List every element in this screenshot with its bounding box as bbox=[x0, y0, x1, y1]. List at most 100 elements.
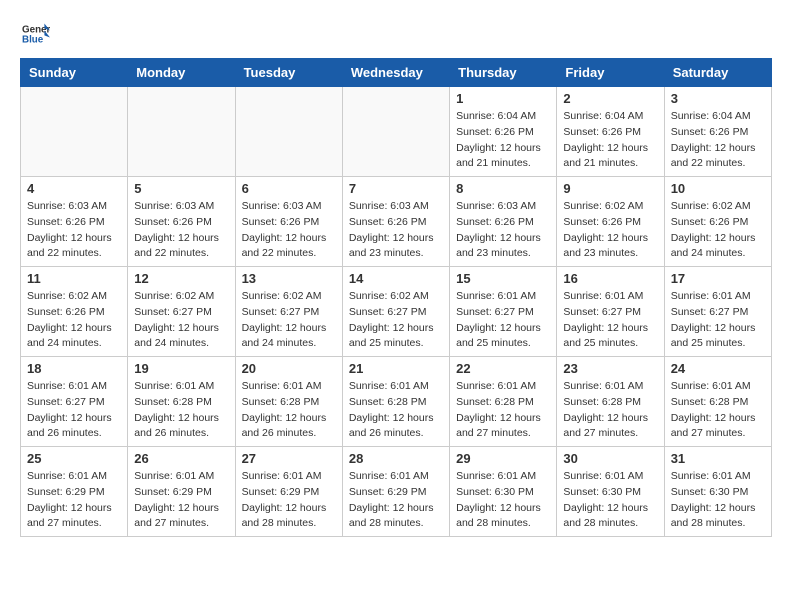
day-number: 9 bbox=[563, 181, 657, 196]
week-row-3: 11Sunrise: 6:02 AM Sunset: 6:26 PM Dayli… bbox=[21, 267, 772, 357]
day-number: 21 bbox=[349, 361, 443, 376]
day-cell-13: 13 Sunrise: 6:02 AM Sunset: 6:27 PM Dayli… bbox=[235, 267, 342, 357]
day-info: Sunrise: 6:01 AM Sunset: 6:27 PM Dayligh… bbox=[563, 289, 657, 352]
day-info: Sunrise: 6:01 AM Sunset: 6:29 PM Dayligh… bbox=[242, 469, 336, 532]
day-number: 19 bbox=[134, 361, 228, 376]
day-info: Sunrise: 6:01 AM Sunset: 6:29 PM Dayligh… bbox=[349, 469, 443, 532]
day-cell-8: 8 Sunrise: 6:03 AM Sunset: 6:26 PM Daylig… bbox=[450, 177, 557, 267]
day-info: Sunrise: 6:01 AM Sunset: 6:30 PM Dayligh… bbox=[671, 469, 765, 532]
day-cell-3: 3 Sunrise: 6:04 AM Sunset: 6:26 PM Daylig… bbox=[664, 87, 771, 177]
day-info: Sunrise: 6:01 AM Sunset: 6:28 PM Dayligh… bbox=[134, 379, 228, 442]
day-info: Sunrise: 6:03 AM Sunset: 6:26 PM Dayligh… bbox=[242, 199, 336, 262]
logo: General Blue bbox=[20, 20, 52, 48]
day-cell-7: 7 Sunrise: 6:03 AM Sunset: 6:26 PM Daylig… bbox=[342, 177, 449, 267]
day-info: Sunrise: 6:04 AM Sunset: 6:26 PM Dayligh… bbox=[671, 109, 765, 172]
day-number: 1 bbox=[456, 91, 550, 106]
day-number: 11 bbox=[27, 271, 121, 286]
day-cell-24: 24Sunrise: 6:01 AM Sunset: 6:28 PM Dayli… bbox=[664, 357, 771, 447]
week-row-2: 4 Sunrise: 6:03 AM Sunset: 6:26 PM Daylig… bbox=[21, 177, 772, 267]
day-number: 25 bbox=[27, 451, 121, 466]
day-cell-6: 6 Sunrise: 6:03 AM Sunset: 6:26 PM Daylig… bbox=[235, 177, 342, 267]
day-info: Sunrise: 6:03 AM Sunset: 6:26 PM Dayligh… bbox=[349, 199, 443, 262]
empty-cell bbox=[21, 87, 128, 177]
day-cell-16: 16 Sunrise: 6:01 AM Sunset: 6:27 PM Dayli… bbox=[557, 267, 664, 357]
day-info: Sunrise: 6:01 AM Sunset: 6:27 PM Dayligh… bbox=[671, 289, 765, 352]
day-number: 10 bbox=[671, 181, 765, 196]
day-cell-29: 29 Sunrise: 6:01 AM Sunset: 6:30 PM Dayli… bbox=[450, 447, 557, 537]
day-number: 20 bbox=[242, 361, 336, 376]
day-number: 26 bbox=[134, 451, 228, 466]
day-number: 31 bbox=[671, 451, 765, 466]
day-info: Sunrise: 6:02 AM Sunset: 6:26 PM Dayligh… bbox=[671, 199, 765, 262]
day-number: 4 bbox=[27, 181, 121, 196]
day-info: Sunrise: 6:02 AM Sunset: 6:27 PM Dayligh… bbox=[134, 289, 228, 352]
day-info: Sunrise: 6:03 AM Sunset: 6:26 PM Dayligh… bbox=[456, 199, 550, 262]
svg-text:Blue: Blue bbox=[22, 34, 44, 45]
day-number: 6 bbox=[242, 181, 336, 196]
day-header-wednesday: Wednesday bbox=[342, 59, 449, 87]
page-header: General Blue bbox=[20, 20, 772, 48]
day-info: Sunrise: 6:01 AM Sunset: 6:28 PM Dayligh… bbox=[456, 379, 550, 442]
week-row-5: 25 Sunrise: 6:01 AM Sunset: 6:29 PM Dayli… bbox=[21, 447, 772, 537]
day-cell-1: 1Sunrise: 6:04 AM Sunset: 6:26 PM Daylig… bbox=[450, 87, 557, 177]
day-number: 16 bbox=[563, 271, 657, 286]
day-cell-22: 22 Sunrise: 6:01 AM Sunset: 6:28 PM Dayli… bbox=[450, 357, 557, 447]
day-cell-12: 12 Sunrise: 6:02 AM Sunset: 6:27 PM Dayli… bbox=[128, 267, 235, 357]
day-number: 3 bbox=[671, 91, 765, 106]
day-cell-30: 30 Sunrise: 6:01 AM Sunset: 6:30 PM Dayli… bbox=[557, 447, 664, 537]
day-cell-15: 15Sunrise: 6:01 AM Sunset: 6:27 PM Dayli… bbox=[450, 267, 557, 357]
day-info: Sunrise: 6:01 AM Sunset: 6:28 PM Dayligh… bbox=[349, 379, 443, 442]
day-cell-17: 17Sunrise: 6:01 AM Sunset: 6:27 PM Dayli… bbox=[664, 267, 771, 357]
day-cell-18: 18 Sunrise: 6:01 AM Sunset: 6:27 PM Dayli… bbox=[21, 357, 128, 447]
day-number: 5 bbox=[134, 181, 228, 196]
day-cell-9: 9Sunrise: 6:02 AM Sunset: 6:26 PM Daylig… bbox=[557, 177, 664, 267]
day-cell-10: 10 Sunrise: 6:02 AM Sunset: 6:26 PM Dayli… bbox=[664, 177, 771, 267]
day-info: Sunrise: 6:01 AM Sunset: 6:27 PM Dayligh… bbox=[456, 289, 550, 352]
day-number: 12 bbox=[134, 271, 228, 286]
day-cell-5: 5 Sunrise: 6:03 AM Sunset: 6:26 PM Daylig… bbox=[128, 177, 235, 267]
day-cell-14: 14 Sunrise: 6:02 AM Sunset: 6:27 PM Dayli… bbox=[342, 267, 449, 357]
day-info: Sunrise: 6:01 AM Sunset: 6:29 PM Dayligh… bbox=[27, 469, 121, 532]
day-cell-26: 26Sunrise: 6:01 AM Sunset: 6:29 PM Dayli… bbox=[128, 447, 235, 537]
day-info: Sunrise: 6:02 AM Sunset: 6:27 PM Dayligh… bbox=[349, 289, 443, 352]
day-number: 30 bbox=[563, 451, 657, 466]
day-number: 18 bbox=[27, 361, 121, 376]
day-header-monday: Monday bbox=[128, 59, 235, 87]
day-info: Sunrise: 6:03 AM Sunset: 6:26 PM Dayligh… bbox=[134, 199, 228, 262]
day-info: Sunrise: 6:01 AM Sunset: 6:28 PM Dayligh… bbox=[242, 379, 336, 442]
week-row-1: 1 Sunrise: 6:04 AM Sunset: 6:26 PM Daylig… bbox=[21, 87, 772, 177]
day-header-thursday: Thursday bbox=[450, 59, 557, 87]
day-number: 13 bbox=[242, 271, 336, 286]
day-cell-23: 23Sunrise: 6:01 AM Sunset: 6:28 PM Dayli… bbox=[557, 357, 664, 447]
day-cell-28: 28Sunrise: 6:01 AM Sunset: 6:29 PM Dayli… bbox=[342, 447, 449, 537]
day-info: Sunrise: 6:01 AM Sunset: 6:30 PM Dayligh… bbox=[563, 469, 657, 532]
day-number: 8 bbox=[456, 181, 550, 196]
day-info: Sunrise: 6:01 AM Sunset: 6:27 PM Dayligh… bbox=[27, 379, 121, 442]
day-header-saturday: Saturday bbox=[664, 59, 771, 87]
day-number: 24 bbox=[671, 361, 765, 376]
day-cell-11: 11Sunrise: 6:02 AM Sunset: 6:26 PM Dayli… bbox=[21, 267, 128, 357]
day-info: Sunrise: 6:04 AM Sunset: 6:26 PM Dayligh… bbox=[563, 109, 657, 172]
day-number: 22 bbox=[456, 361, 550, 376]
general-blue-icon: General Blue bbox=[22, 20, 50, 48]
day-cell-27: 27 Sunrise: 6:01 AM Sunset: 6:29 PM Dayli… bbox=[235, 447, 342, 537]
days-header-row: SundayMondayTuesdayWednesdayThursdayFrid… bbox=[21, 59, 772, 87]
day-info: Sunrise: 6:01 AM Sunset: 6:28 PM Dayligh… bbox=[563, 379, 657, 442]
day-cell-4: 4Sunrise: 6:03 AM Sunset: 6:26 PM Daylig… bbox=[21, 177, 128, 267]
empty-cell bbox=[342, 87, 449, 177]
day-number: 29 bbox=[456, 451, 550, 466]
day-number: 27 bbox=[242, 451, 336, 466]
day-info: Sunrise: 6:02 AM Sunset: 6:27 PM Dayligh… bbox=[242, 289, 336, 352]
day-number: 14 bbox=[349, 271, 443, 286]
day-cell-19: 19 Sunrise: 6:01 AM Sunset: 6:28 PM Dayli… bbox=[128, 357, 235, 447]
day-number: 7 bbox=[349, 181, 443, 196]
day-cell-31: 31 Sunrise: 6:01 AM Sunset: 6:30 PM Dayli… bbox=[664, 447, 771, 537]
day-header-sunday: Sunday bbox=[21, 59, 128, 87]
empty-cell bbox=[235, 87, 342, 177]
day-cell-20: 20 Sunrise: 6:01 AM Sunset: 6:28 PM Dayli… bbox=[235, 357, 342, 447]
calendar-table: SundayMondayTuesdayWednesdayThursdayFrid… bbox=[20, 58, 772, 537]
day-cell-2: 2Sunrise: 6:04 AM Sunset: 6:26 PM Daylig… bbox=[557, 87, 664, 177]
empty-cell bbox=[128, 87, 235, 177]
day-info: Sunrise: 6:01 AM Sunset: 6:30 PM Dayligh… bbox=[456, 469, 550, 532]
day-cell-21: 21 Sunrise: 6:01 AM Sunset: 6:28 PM Dayli… bbox=[342, 357, 449, 447]
